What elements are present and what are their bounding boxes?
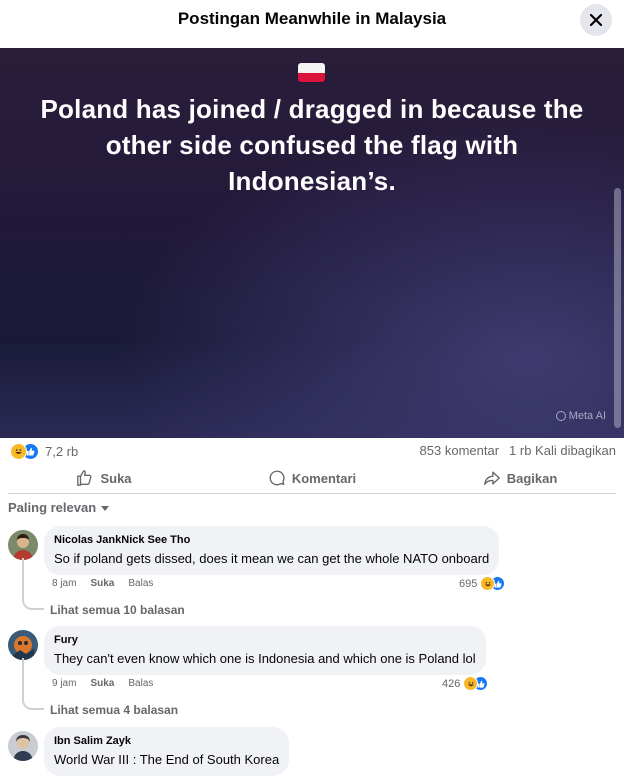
- comment-meta: 8 jam Suka Balas: [52, 578, 153, 589]
- avatar[interactable]: [8, 530, 38, 560]
- comment-reactions[interactable]: 695: [459, 576, 506, 591]
- close-icon: [589, 13, 603, 27]
- see-replies-link[interactable]: Lihat semua 4 balasan: [50, 703, 178, 717]
- comment-author[interactable]: Ibn Salim Zayk: [54, 734, 279, 748]
- dialog-header: Postingan Meanwhile in Malaysia: [0, 0, 624, 44]
- see-replies-link[interactable]: Lihat semua 10 balasan: [50, 603, 185, 617]
- comment-reply-button[interactable]: Balas: [128, 578, 153, 589]
- comment-reactions[interactable]: 426: [442, 676, 489, 691]
- comment-button[interactable]: Komentari: [208, 465, 416, 491]
- comment-author[interactable]: Fury: [54, 633, 476, 647]
- post-image[interactable]: Poland has joined / dragged in because t…: [0, 48, 624, 438]
- comment-count[interactable]: 853 komentar: [420, 443, 500, 458]
- meta-ai-icon: [555, 411, 566, 421]
- comment-author[interactable]: Nicolas JankNick See Tho: [54, 533, 489, 547]
- thread-connector: [22, 558, 44, 610]
- comment-time[interactable]: 8 jam: [52, 578, 76, 589]
- close-button[interactable]: [580, 4, 612, 36]
- reaction-summary[interactable]: 7,2 rb: [10, 443, 78, 460]
- action-bar: Suka Komentari Bagikan: [0, 465, 624, 491]
- comment-reply-button[interactable]: Balas: [128, 678, 153, 689]
- share-count[interactable]: 1 rb Kali dibagikan: [509, 443, 616, 458]
- avatar[interactable]: [8, 630, 38, 660]
- comment-text: They can't even know which one is Indone…: [54, 651, 476, 666]
- share-label: Bagikan: [506, 470, 558, 486]
- comment-icon: [269, 470, 285, 486]
- divider: [8, 493, 616, 494]
- share-button[interactable]: Bagikan: [416, 465, 624, 491]
- dialog-title: Postingan Meanwhile in Malaysia: [177, 9, 447, 28]
- haha-reaction-icon: [10, 443, 27, 460]
- comment-reaction-count: 426: [442, 677, 461, 690]
- like-button[interactable]: Suka: [0, 465, 208, 491]
- comment-sort-dropdown[interactable]: Paling relevan: [8, 500, 110, 515]
- comment-reaction-count: 695: [459, 577, 478, 590]
- avatar[interactable]: [8, 731, 38, 761]
- meta-ai-watermark: Meta AI: [555, 410, 606, 422]
- thumbs-up-icon: [77, 470, 92, 486]
- comment-like-button[interactable]: Suka: [90, 678, 114, 689]
- thread-connector: [22, 658, 44, 710]
- meta-ai-label: Meta AI: [568, 410, 606, 422]
- caret-down-icon: [101, 505, 110, 511]
- post-image-text: Poland has joined / dragged in because t…: [40, 94, 584, 196]
- comment-time[interactable]: 9 jam: [52, 678, 76, 689]
- post-stats: 7,2 rb 853 komentar 1 rb Kali dibagikan: [0, 440, 624, 462]
- comment-meta: 9 jam Suka Balas: [52, 678, 153, 689]
- comment-like-button[interactable]: Suka: [90, 578, 114, 589]
- poland-flag-emoji: [298, 63, 325, 82]
- comment-label: Komentari: [291, 470, 357, 486]
- comment-text: So if poland gets dissed, does it mean w…: [54, 551, 490, 566]
- comment-text: World War III : The End of South Korea: [54, 752, 280, 767]
- share-icon: [483, 471, 500, 485]
- sort-label: Paling relevan: [8, 500, 97, 515]
- like-label: Suka: [100, 470, 132, 486]
- comment-bubble: Fury They can't even know which one is I…: [44, 626, 486, 675]
- reaction-count: 7,2 rb: [45, 444, 79, 459]
- comment-bubble: Ibn Salim Zayk World War III : The End o…: [44, 727, 290, 776]
- comment-bubble: Nicolas JankNick See Tho So if poland ge…: [44, 526, 500, 575]
- scrollbar[interactable]: [614, 188, 621, 428]
